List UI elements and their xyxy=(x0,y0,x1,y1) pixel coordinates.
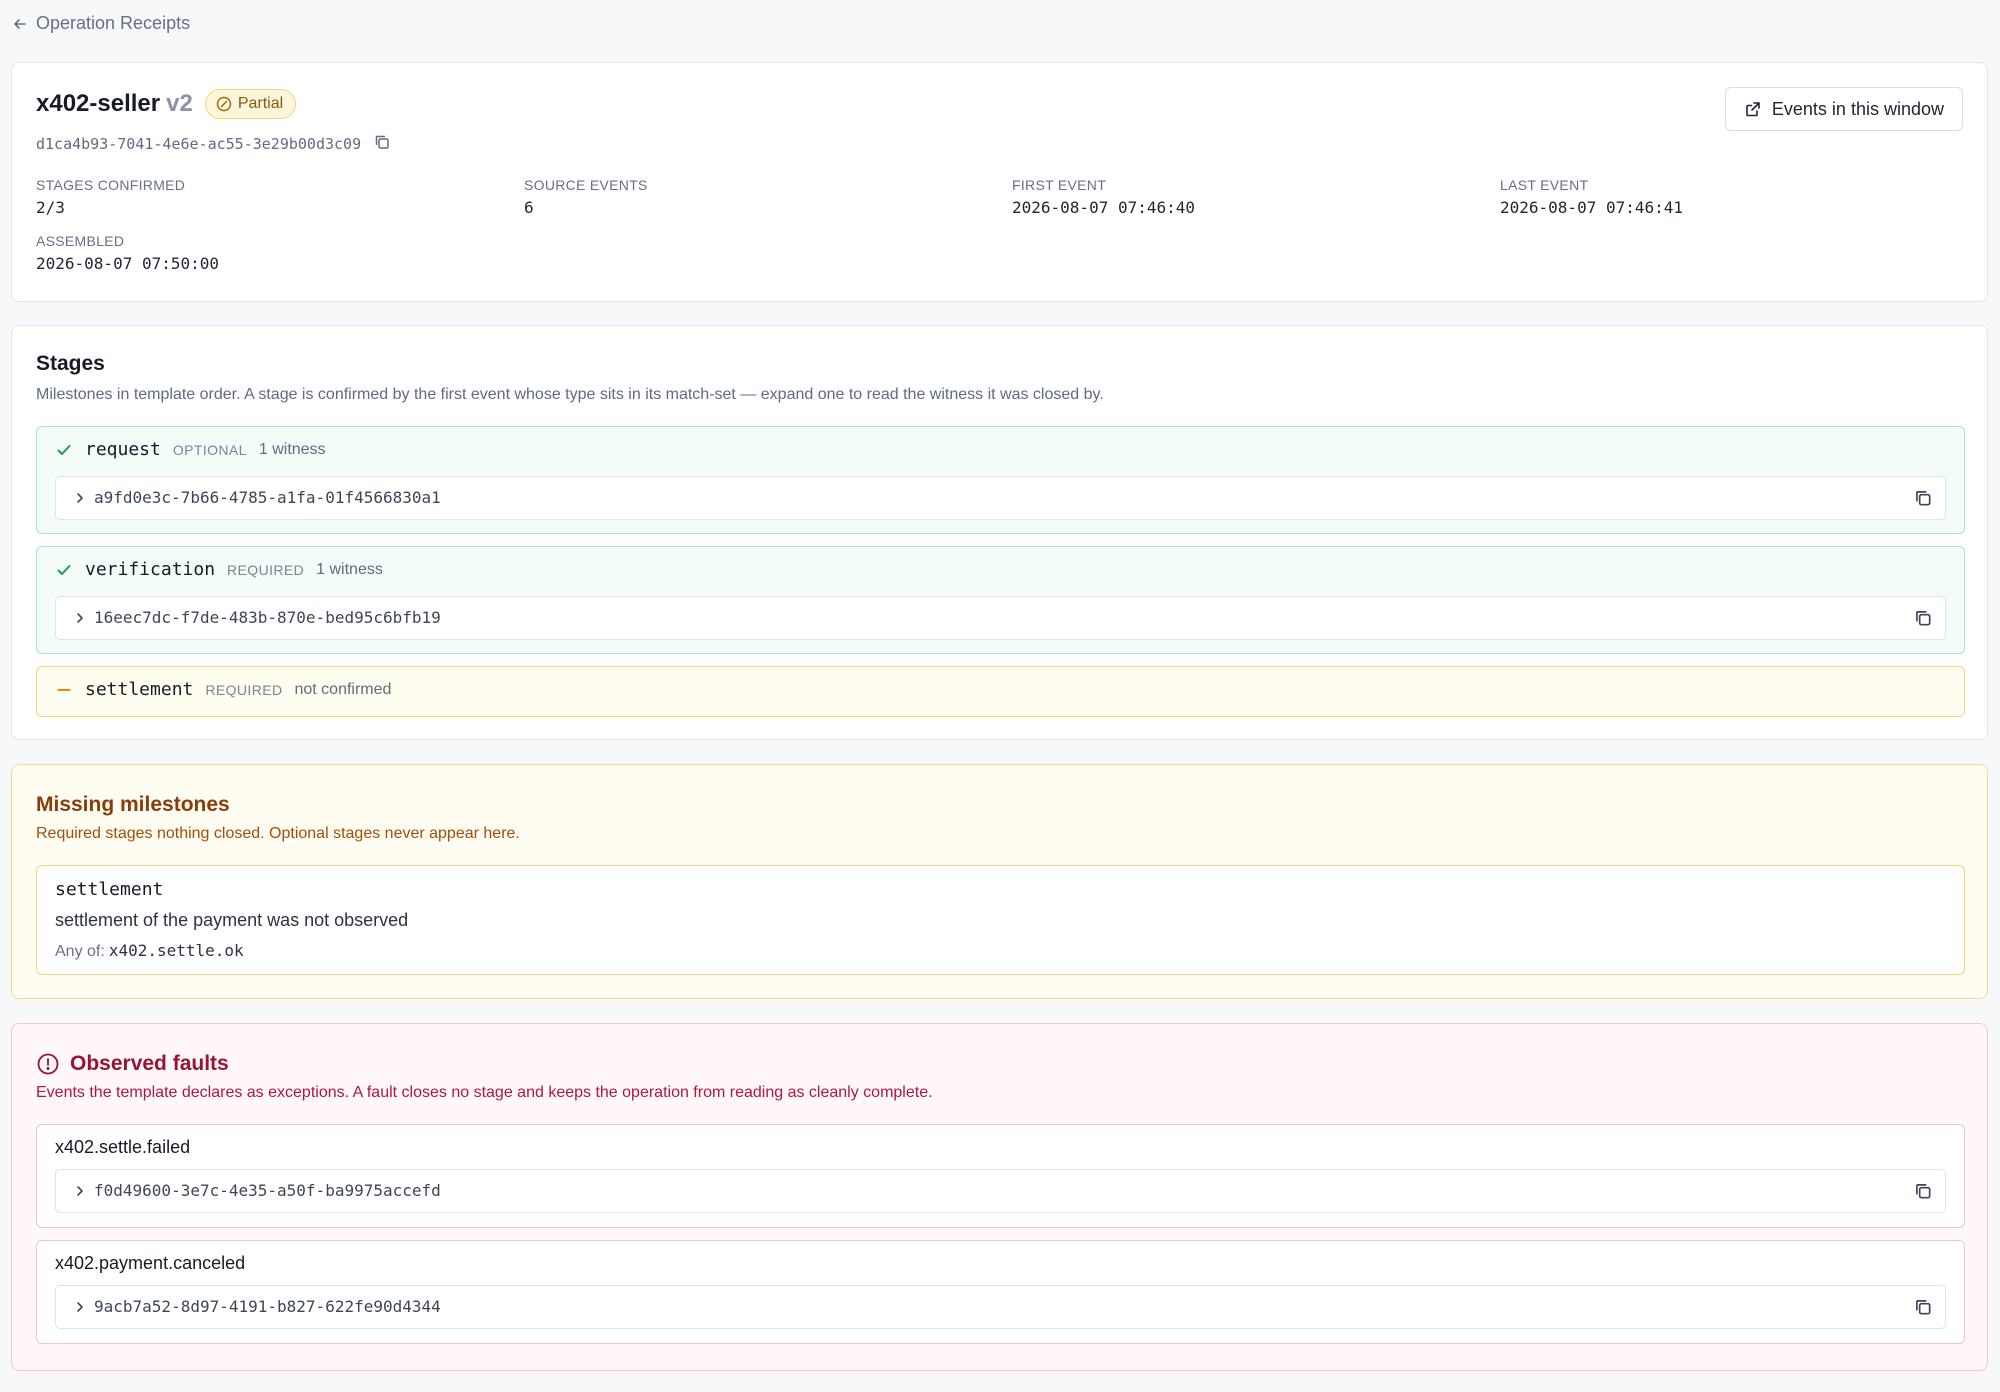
stage-name: verification xyxy=(85,559,216,580)
stat-label: Stages confirmed xyxy=(36,177,186,193)
dash-icon xyxy=(57,688,71,691)
status-badge-label: Partial xyxy=(237,95,284,112)
page-title: x402-seller xyxy=(36,90,161,117)
faults-description: Events the template declares as exceptio… xyxy=(36,1084,933,1101)
chevron-right-icon xyxy=(77,613,83,623)
stat-stages-confirmed: Stages confirmed 2/3 xyxy=(36,177,185,217)
alert-circle-icon xyxy=(37,1053,59,1075)
version-label: v2 xyxy=(166,90,193,117)
missing-milestones-card: Missing milestones Required stages nothi… xyxy=(11,764,1988,999)
partial-circle-icon xyxy=(216,96,232,112)
fault-item: x402.settle.failed f0d49600-3e7c-4e35-a5… xyxy=(36,1124,1965,1228)
chevron-right-icon xyxy=(77,1302,83,1312)
title-row: x402-seller v2 Partial xyxy=(36,89,297,119)
operation-header-card: x402-seller v2 Partial d1ca4b93-7041-4e6… xyxy=(11,62,1988,302)
back-link[interactable]: Operation Receipts xyxy=(12,13,190,34)
missing-any-of: Any of: x402.settle.ok xyxy=(55,941,244,961)
stat-first-event: First event 2026-08-07 07:46:40 xyxy=(1012,177,1195,217)
copy-operation-id-button[interactable] xyxy=(373,133,391,155)
events-in-window-label: Events in this window xyxy=(1771,98,1944,119)
stat-label: Last event xyxy=(1500,177,1589,193)
faults-title: Observed faults xyxy=(70,1052,229,1075)
stage-header: settlement Required not confirmed xyxy=(55,679,391,700)
chevron-right-icon xyxy=(77,1186,83,1196)
operation-id-row: d1ca4b93-7041-4e6e-ac55-3e29b00d3c09 xyxy=(36,133,391,155)
copy-icon[interactable] xyxy=(1913,1181,1933,1201)
faults-title-row: Observed faults xyxy=(36,1052,229,1076)
external-link-icon xyxy=(1746,102,1760,117)
stage-witness-count: 1 witness xyxy=(258,440,326,458)
status-badge: Partial xyxy=(204,89,297,119)
stage-requirement: Optional xyxy=(172,441,247,458)
missing-milestones-title: Missing milestones xyxy=(36,793,230,816)
fault-event-id: f0d49600-3e7c-4e35-a50f-ba9975accefd xyxy=(94,1181,441,1200)
missing-milestones-description: Required stages nothing closed. Optional… xyxy=(36,825,520,842)
stages-description: Milestones in template order. A stage is… xyxy=(36,386,1104,403)
stat-value: 2026-08-07 07:50:00 xyxy=(36,254,220,273)
missing-stage-name: settlement xyxy=(55,879,164,900)
stat-label: Assembled xyxy=(36,233,125,249)
chevron-right-icon xyxy=(77,493,83,503)
stat-source-events: Source events 6 xyxy=(524,177,648,217)
stat-assembled: Assembled 2026-08-07 07:50:00 xyxy=(36,233,219,273)
copy-icon xyxy=(375,135,389,149)
stage-status: not confirmed xyxy=(294,680,392,698)
stage-name: settlement xyxy=(85,679,194,700)
stage-header: verification Required 1 witness xyxy=(55,559,383,580)
fault-event-row[interactable]: f0d49600-3e7c-4e35-a50f-ba9975accefd xyxy=(55,1169,1946,1213)
stage-header: request Optional 1 witness xyxy=(55,439,326,460)
observed-faults-card: Observed faults Events the template decl… xyxy=(11,1023,1988,1371)
stage-verification: verification Required 1 witness 16eec7dc… xyxy=(36,546,1965,654)
witness-row[interactable]: a9fd0e3c-7b66-4785-a1fa-01f4566830a1 xyxy=(55,476,1946,520)
stage-requirement: Required xyxy=(227,561,305,578)
fault-event-row[interactable]: 9acb7a52-8d97-4191-b827-622fe90d4344 xyxy=(55,1285,1946,1329)
operation-id: d1ca4b93-7041-4e6e-ac55-3e29b00d3c09 xyxy=(36,135,362,153)
stage-requirement: Required xyxy=(205,681,283,698)
check-icon xyxy=(57,444,71,455)
fault-type: x402.settle.failed xyxy=(55,1137,191,1157)
missing-milestone-item: settlement settlement of the payment was… xyxy=(36,865,1965,975)
stage-witness-count: 1 witness xyxy=(316,560,383,578)
check-icon xyxy=(57,564,71,575)
stage-settlement: settlement Required not confirmed xyxy=(36,666,1965,717)
any-of-label: Any of: xyxy=(55,943,105,960)
stat-last-event: Last event 2026-08-07 07:46:41 xyxy=(1500,177,1683,217)
copy-icon[interactable] xyxy=(1913,1297,1933,1317)
stage-name: request xyxy=(85,439,161,460)
stat-value: 2/3 xyxy=(36,198,65,217)
stat-value: 6 xyxy=(524,198,534,217)
copy-icon[interactable] xyxy=(1913,488,1933,508)
copy-icon[interactable] xyxy=(1913,608,1933,628)
witness-row[interactable]: 16eec7dc-f7de-483b-870e-bed95c6bfb19 xyxy=(55,596,1946,640)
fault-event-id: 9acb7a52-8d97-4191-b827-622fe90d4344 xyxy=(94,1297,441,1316)
arrow-left-icon xyxy=(14,18,26,29)
stat-label: Source events xyxy=(524,177,648,193)
stages-title: Stages xyxy=(36,352,105,375)
stat-value: 2026-08-07 07:46:40 xyxy=(1012,198,1196,217)
witness-id: a9fd0e3c-7b66-4785-a1fa-01f4566830a1 xyxy=(94,488,441,507)
witness-id: 16eec7dc-f7de-483b-870e-bed95c6bfb19 xyxy=(94,608,441,627)
fault-type: x402.payment.canceled xyxy=(55,1253,246,1273)
stages-card: Stages Milestones in template order. A s… xyxy=(11,325,1988,740)
stage-request: request Optional 1 witness a9fd0e3c-7b66… xyxy=(36,426,1965,534)
stat-value: 2026-08-07 07:46:41 xyxy=(1500,198,1684,217)
back-link-label: Operation Receipts xyxy=(36,13,191,33)
missing-stage-text: settlement of the payment was not observ… xyxy=(55,910,409,930)
any-of-value: x402.settle.ok xyxy=(108,941,244,960)
fault-item: x402.payment.canceled 9acb7a52-8d97-4191… xyxy=(36,1240,1965,1344)
stat-label: First event xyxy=(1012,177,1107,193)
events-in-window-button[interactable]: Events in this window xyxy=(1724,87,1963,131)
